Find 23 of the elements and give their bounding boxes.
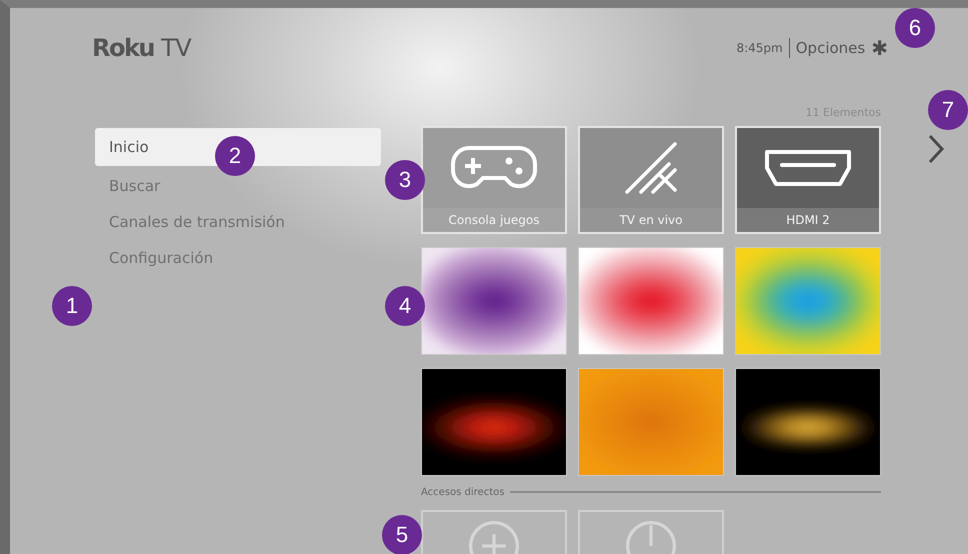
antenna-icon: [623, 140, 679, 196]
tile-label: Consola juegos: [423, 208, 565, 232]
callout-badge: 5: [382, 515, 422, 554]
shortcut-tile[interactable]: [421, 510, 567, 554]
logo-text: Roku TV: [92, 34, 192, 62]
clock-text: 8:45pm: [736, 41, 783, 55]
channel-tile[interactable]: HDMI 2: [735, 126, 881, 234]
section-title: Accesos directos: [421, 486, 504, 498]
tile-label: TV en vivo: [580, 208, 722, 232]
menu-item[interactable]: Configuración: [95, 240, 381, 276]
callout-badge: 3: [385, 160, 425, 200]
callout-badge: 6: [895, 8, 935, 48]
callout-badge: 1: [52, 286, 92, 326]
tile-label: HDMI 2: [737, 208, 879, 232]
shortcut-tile[interactable]: [578, 510, 724, 554]
hdmi-port-icon: [762, 148, 854, 188]
options-label: Opciones: [796, 39, 866, 57]
callout-badge: 4: [385, 286, 425, 326]
menu-item[interactable]: Canales de transmisión: [95, 204, 381, 240]
callout-badge: 7: [928, 90, 968, 130]
channel-tile[interactable]: TV en vivo: [578, 126, 724, 234]
channel-tile[interactable]: Consola juegos: [421, 126, 567, 234]
asterisk-icon: ✱: [871, 36, 888, 60]
